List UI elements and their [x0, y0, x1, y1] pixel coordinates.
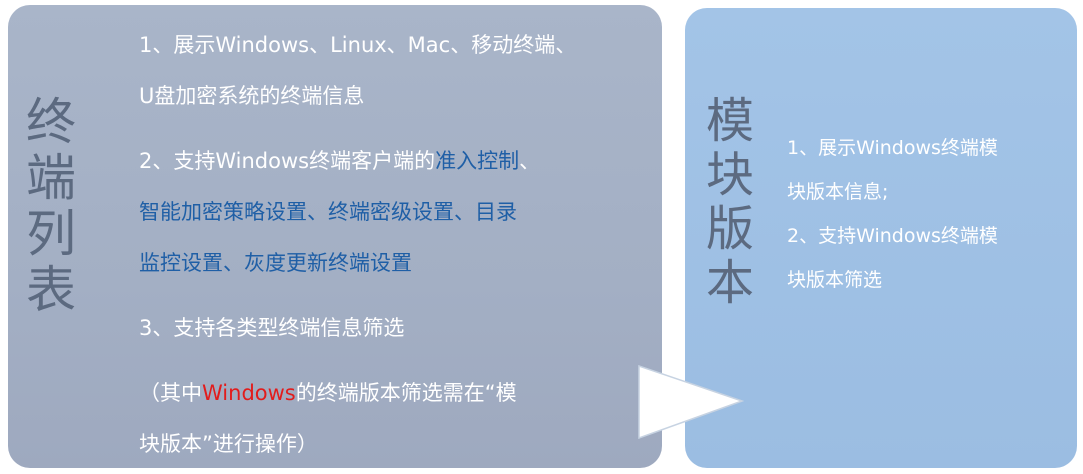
- right-item1-line1: 1、展示Windows终端模: [787, 137, 998, 159]
- item2-line2: 智能加密策略设置、终端密级设置、目录: [139, 200, 517, 224]
- module-version-title: 模块版本: [697, 95, 753, 311]
- item2-prefix: 2、支持Windows终端客户端的: [139, 149, 436, 173]
- note-suffix: 的终端版本筛选需在“模: [295, 381, 517, 405]
- item2-sep: 、: [519, 149, 541, 173]
- item1-line1: 1、展示Windows、Linux、Mac、移动终端、: [139, 33, 577, 57]
- note-prefix: （其中: [139, 381, 202, 405]
- item3-line: 3、支持各类型终端信息筛选: [139, 316, 405, 340]
- item2-line3: 监控设置、灰度更新终端设置: [139, 251, 412, 275]
- item2-line1: 2、支持Windows终端客户端的准入控制、: [139, 136, 659, 187]
- terminal-list-content: 1、展示Windows、Linux、Mac、移动终端、 U盘加密系统的终端信息 …: [139, 20, 659, 470]
- note-line1: （其中Windows的终端版本筛选需在“模: [139, 368, 659, 419]
- arrow-right-icon: [638, 365, 744, 439]
- right-item1-line2: 块版本信息;: [787, 181, 889, 203]
- note-highlight: Windows: [202, 381, 296, 405]
- module-version-content: 1、展示Windows终端模 块版本信息; 2、支持Windows终端模 块版本…: [787, 126, 1049, 302]
- right-item2-line1: 2、支持Windows终端模: [787, 225, 998, 247]
- right-item2-line2: 块版本筛选: [787, 269, 883, 291]
- terminal-list-title: 终端列表: [18, 95, 76, 319]
- note-line2: 块版本”进行操作）: [139, 432, 318, 456]
- item1-line2: U盘加密系统的终端信息: [139, 84, 365, 108]
- item2-highlight: 准入控制: [435, 149, 520, 173]
